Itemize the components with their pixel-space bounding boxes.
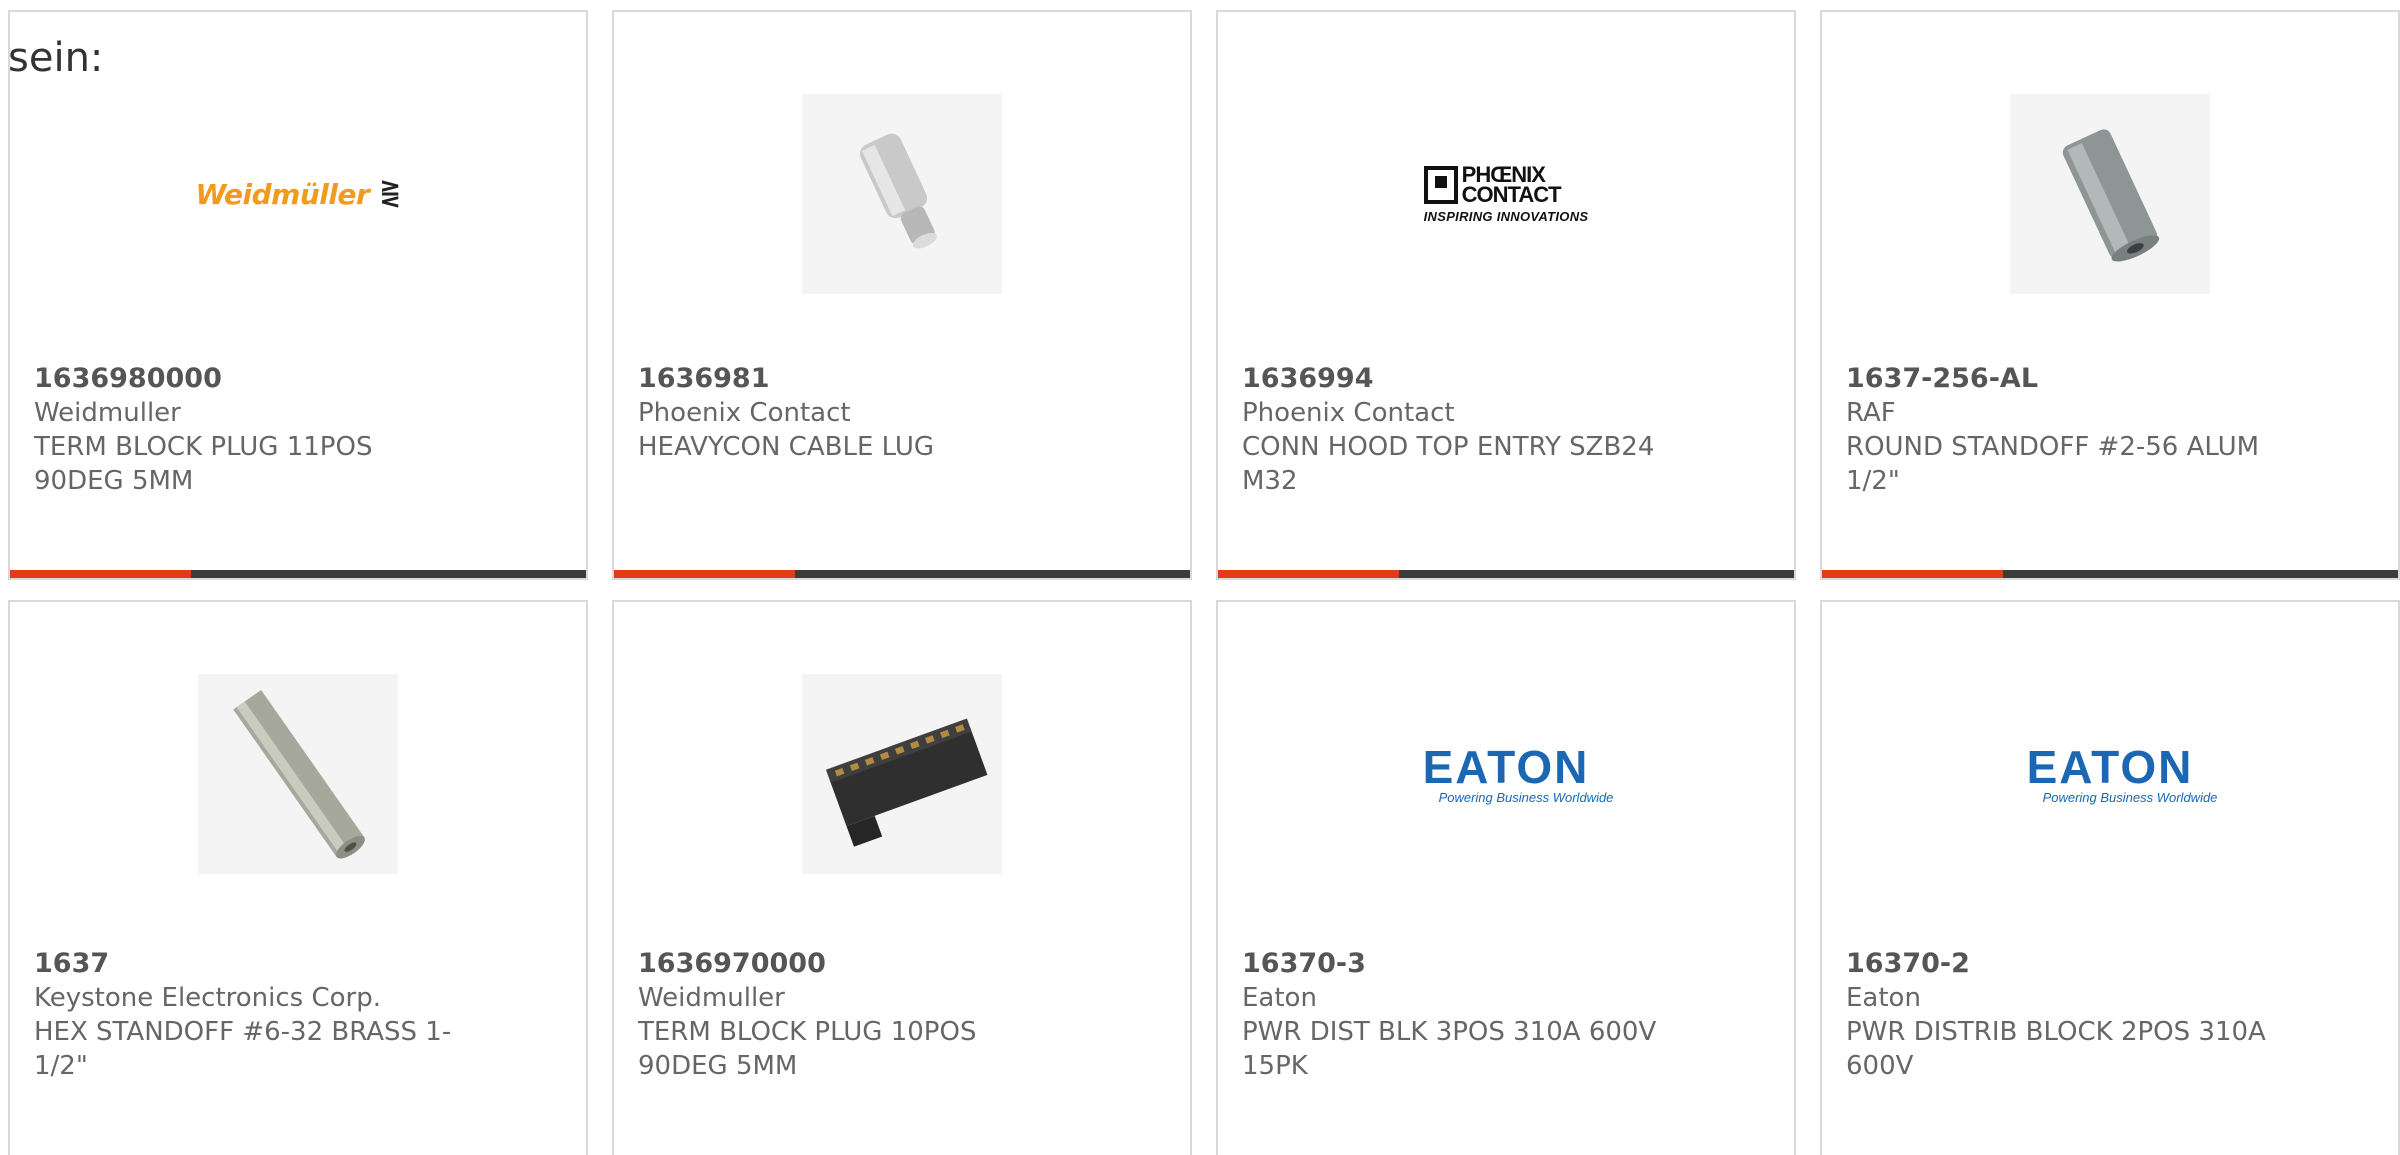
card-bottom-bar [1218, 570, 1794, 578]
manufacturer: RAF [1846, 398, 1896, 428]
description: PWR DISTRIB BLOCK 2POS 310A 600V [1846, 1017, 2266, 1081]
part-number[interactable]: 1636970000 [638, 947, 1170, 981]
manufacturer: Phoenix Contact [1242, 398, 1455, 428]
description: TERM BLOCK PLUG 10POS 90DEG 5MM [638, 1017, 977, 1081]
hex-standoff-icon [198, 674, 398, 874]
manufacturer: Keystone Electronics Corp. [34, 983, 382, 1013]
phoenix-contact-logo-icon: PHŒNIX CONTACT INSPIRING INNOVATIONS [1423, 161, 1589, 224]
product-card[interactable]: PHŒNIX CONTACT INSPIRING INNOVATIONS 163… [1216, 10, 1796, 580]
weidmuller-logo-icon: Weidmüller ⋛ [195, 177, 401, 211]
product-image [1822, 94, 2398, 294]
description: ROUND STANDOFF #2-56 ALUM 1/2" [1846, 432, 2260, 496]
product-image [614, 674, 1190, 874]
product-grid: Weidmüller ⋛ 1636980000 Weidmuller TERM B… [0, 0, 2400, 1155]
part-number[interactable]: 1637 [34, 947, 566, 981]
intro-text: sein: [8, 35, 104, 81]
card-bottom-bar [614, 570, 1190, 578]
manufacturer: Weidmuller [638, 983, 785, 1013]
card-accent [1218, 570, 1400, 578]
product-image [614, 94, 1190, 294]
manufacturer: Eaton [1242, 983, 1317, 1013]
product-grid-page: sein: Weidmüller ⋛ 1636980000 Weidmuller … [0, 0, 2400, 1155]
product-card[interactable]: 1637-256-AL RAF ROUND STANDOFF #2-56 ALU… [1820, 10, 2400, 580]
description: PWR DIST BLK 3POS 310A 600V 15PK [1242, 1017, 1657, 1081]
part-number[interactable]: 1636980000 [34, 362, 566, 396]
card-bottom-bar [10, 570, 586, 578]
card-bottom-bar [1822, 570, 2398, 578]
product-image: EATON Powering Business Worldwide [1218, 674, 1794, 874]
card-accent [1822, 570, 2004, 578]
card-accent [10, 570, 192, 578]
round-standoff-icon [2010, 94, 2210, 294]
eaton-logo-icon: EATON Powering Business Worldwide [1422, 740, 1614, 805]
description: CONN HOOD TOP ENTRY SZB24 M32 [1242, 432, 1655, 496]
part-number[interactable]: 1637-256-AL [1846, 362, 2378, 396]
product-image: Weidmüller ⋛ [10, 94, 586, 294]
description: HEX STANDOFF #6-32 BRASS 1-1/2" [34, 1017, 452, 1081]
part-number[interactable]: 1636994 [1242, 362, 1774, 396]
card-accent [614, 570, 796, 578]
cable-lug-icon [802, 94, 1002, 294]
product-card[interactable]: Weidmüller ⋛ 1636980000 Weidmuller TERM B… [8, 10, 588, 580]
terminal-block-icon [802, 674, 1002, 874]
product-image: PHŒNIX CONTACT INSPIRING INNOVATIONS [1218, 94, 1794, 294]
part-number[interactable]: 16370-2 [1846, 947, 2378, 981]
product-image [10, 674, 586, 874]
manufacturer: Weidmuller [34, 398, 181, 428]
description: TERM BLOCK PLUG 11POS 90DEG 5MM [34, 432, 373, 496]
part-number[interactable]: 16370-3 [1242, 947, 1774, 981]
product-card[interactable]: EATON Powering Business Worldwide 16370-… [1820, 600, 2400, 1155]
manufacturer: Phoenix Contact [638, 398, 851, 428]
description: HEAVYCON CABLE LUG [638, 432, 935, 462]
product-card[interactable]: EATON Powering Business Worldwide 16370-… [1216, 600, 1796, 1155]
product-card[interactable]: 1637 Keystone Electronics Corp. HEX STAN… [8, 600, 588, 1155]
manufacturer: Eaton [1846, 983, 1921, 1013]
eaton-logo-icon: EATON Powering Business Worldwide [2026, 740, 2218, 805]
part-number[interactable]: 1636981 [638, 362, 1170, 396]
product-image: EATON Powering Business Worldwide [1822, 674, 2398, 874]
product-card[interactable]: 1636970000 Weidmuller TERM BLOCK PLUG 10… [612, 600, 1192, 1155]
product-card[interactable]: 1636981 Phoenix Contact HEAVYCON CABLE L… [612, 10, 1192, 580]
